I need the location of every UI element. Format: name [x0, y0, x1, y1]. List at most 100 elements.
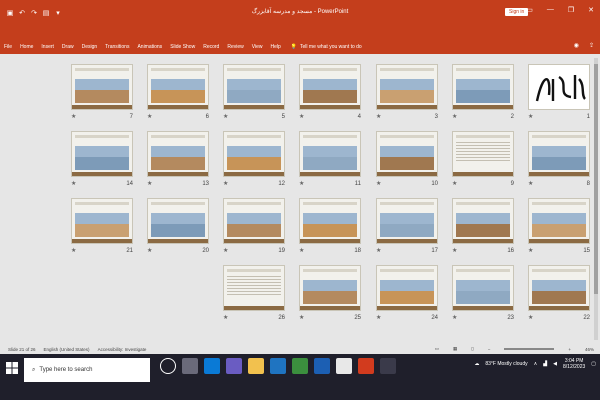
transition-star-icon[interactable]: ★	[376, 315, 382, 321]
zoom-in-icon[interactable]: +	[568, 347, 571, 352]
slide-thumbnail[interactable]	[299, 131, 361, 177]
transition-star-icon[interactable]: ★	[376, 181, 382, 187]
transition-star-icon[interactable]: ★	[147, 114, 153, 120]
slide-thumbnail[interactable]	[376, 64, 438, 110]
transition-star-icon[interactable]: ★	[376, 248, 382, 254]
notifications-icon[interactable]: ▢	[591, 361, 596, 367]
slide-thumbnail[interactable]	[71, 64, 133, 110]
tab-animations[interactable]: Animations	[133, 44, 166, 50]
edge-icon[interactable]	[204, 358, 220, 374]
store-icon[interactable]	[270, 358, 286, 374]
transition-star-icon[interactable]: ★	[223, 114, 229, 120]
share-icon[interactable]: ⇪	[589, 42, 594, 49]
transition-star-icon[interactable]: ★	[71, 181, 77, 187]
reading-view-icon[interactable]: ▯	[471, 346, 473, 352]
transition-star-icon[interactable]: ★	[452, 315, 458, 321]
slide-thumbnail[interactable]	[147, 131, 209, 177]
powerpoint-icon[interactable]	[358, 358, 374, 374]
slide-thumbnail[interactable]	[299, 265, 361, 311]
transition-star-icon[interactable]: ★	[299, 248, 305, 254]
slide-thumbnail[interactable]	[223, 64, 285, 110]
slide-thumbnail[interactable]	[147, 198, 209, 244]
slide-thumbnail[interactable]	[71, 131, 133, 177]
transition-star-icon[interactable]: ★	[452, 248, 458, 254]
weather-text[interactable]: 83°F Mostly cloudy	[485, 361, 527, 367]
transition-star-icon[interactable]: ★	[299, 315, 305, 321]
transition-star-icon[interactable]: ★	[528, 315, 534, 321]
transition-star-icon[interactable]: ★	[223, 315, 229, 321]
taskbar-search[interactable]: ⌕ Type here to search	[24, 358, 150, 382]
transition-star-icon[interactable]: ★	[452, 114, 458, 120]
tab-slide-show[interactable]: Slide Show	[166, 44, 199, 50]
transition-star-icon[interactable]: ★	[528, 248, 534, 254]
transition-star-icon[interactable]: ★	[299, 114, 305, 120]
slide-thumbnail[interactable]	[376, 265, 438, 311]
language-status[interactable]: English (United States)	[44, 347, 90, 352]
transition-star-icon[interactable]: ★	[223, 181, 229, 187]
transition-star-icon[interactable]: ★	[452, 181, 458, 187]
record-icon[interactable]: ◉	[574, 42, 579, 49]
slide-thumbnail[interactable]	[376, 198, 438, 244]
photos-icon[interactable]	[292, 358, 308, 374]
slide-thumbnail[interactable]	[147, 64, 209, 110]
tray-up-arrow-icon[interactable]: ∧	[534, 361, 538, 367]
tab-view[interactable]: View	[248, 44, 267, 50]
tab-home[interactable]: Home	[16, 44, 37, 50]
slide-thumbnail[interactable]	[299, 64, 361, 110]
word-icon[interactable]	[314, 358, 330, 374]
chrome-icon[interactable]	[336, 358, 352, 374]
transition-star-icon[interactable]: ★	[299, 181, 305, 187]
zoom-level[interactable]: 46%	[585, 347, 594, 352]
transition-star-icon[interactable]: ★	[376, 114, 382, 120]
tab-file[interactable]: File	[0, 44, 16, 50]
tab-record[interactable]: Record	[199, 44, 223, 50]
restore-icon[interactable]: ❐	[568, 6, 574, 14]
transition-star-icon[interactable]: ★	[71, 248, 77, 254]
network-icon[interactable]: ▟	[543, 361, 547, 367]
transition-star-icon[interactable]: ★	[223, 248, 229, 254]
sign-in-button[interactable]: Sign in	[505, 8, 529, 16]
slide-thumbnail[interactable]	[452, 64, 514, 110]
zoom-slider[interactable]	[504, 348, 555, 350]
task-view-icon[interactable]	[182, 358, 198, 374]
normal-view-icon[interactable]: ▭	[435, 346, 439, 352]
transition-star-icon[interactable]: ★	[71, 114, 77, 120]
slide-thumbnail[interactable]	[376, 131, 438, 177]
tab-draw[interactable]: Draw	[58, 44, 78, 50]
slide-thumbnail[interactable]	[528, 131, 590, 177]
transition-star-icon[interactable]: ★	[528, 181, 534, 187]
minimize-icon[interactable]: —	[547, 6, 554, 14]
clock[interactable]: 3:04 PM 8/12/2023	[563, 358, 585, 370]
slide-thumbnail[interactable]	[71, 198, 133, 244]
tab-help[interactable]: Help	[266, 44, 284, 50]
transition-star-icon[interactable]: ★	[147, 248, 153, 254]
slide-thumbnail[interactable]	[452, 198, 514, 244]
tab-review[interactable]: Review	[223, 44, 247, 50]
tab-design[interactable]: Design	[78, 44, 102, 50]
sorter-view-icon[interactable]: ▦	[453, 346, 457, 352]
transition-star-icon[interactable]: ★	[147, 181, 153, 187]
close-icon[interactable]: ✕	[588, 6, 594, 14]
slide-thumbnail[interactable]	[452, 131, 514, 177]
zoom-out-icon[interactable]: −	[488, 347, 491, 352]
media-icon[interactable]	[380, 358, 396, 374]
file-explorer-icon[interactable]	[248, 358, 264, 374]
slide-thumbnail[interactable]	[528, 265, 590, 311]
slide-thumbnail[interactable]	[528, 198, 590, 244]
slide-thumbnail[interactable]	[299, 198, 361, 244]
scrollbar-thumb[interactable]	[594, 64, 598, 294]
teams-icon[interactable]	[226, 358, 242, 374]
windows-start-icon[interactable]	[6, 362, 18, 374]
transition-star-icon[interactable]: ★	[528, 114, 534, 120]
slide-thumbnail[interactable]	[452, 265, 514, 311]
cortana-icon[interactable]	[160, 358, 176, 374]
ribbon-options-icon[interactable]: ▭	[526, 6, 533, 14]
accessibility-status[interactable]: Accessibility: Investigate	[98, 347, 147, 352]
tell-me-search[interactable]: 💡 Tell me what you want to do	[291, 44, 362, 50]
slide-thumbnail[interactable]	[223, 131, 285, 177]
slide-thumbnail[interactable]	[223, 198, 285, 244]
slide-thumbnail[interactable]	[223, 265, 285, 311]
volume-icon[interactable]: ◀	[553, 361, 557, 367]
tab-transitions[interactable]: Transitions	[101, 44, 133, 50]
tab-insert[interactable]: Insert	[37, 44, 58, 50]
